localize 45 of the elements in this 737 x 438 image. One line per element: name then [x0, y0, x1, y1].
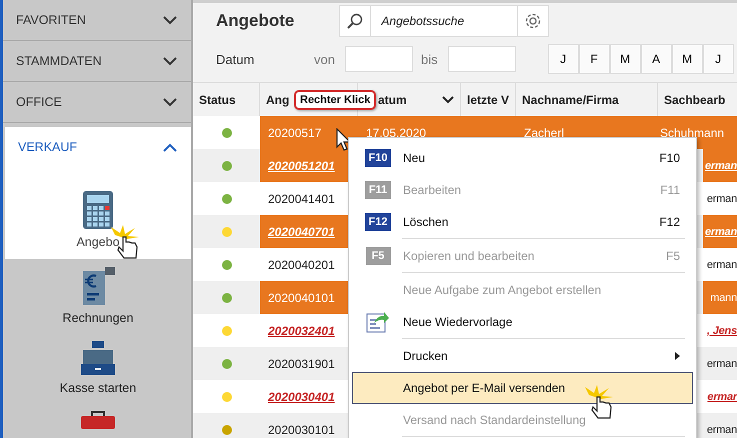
column-header[interactable]: Sachbearb: [658, 83, 737, 116]
calculator-icon: [83, 191, 113, 229]
table-cell: mann: [703, 281, 737, 314]
chevron-down-icon: [163, 56, 177, 66]
cash-register-icon: [81, 341, 115, 375]
key-badge: F5: [366, 247, 390, 265]
key-badge: F12: [364, 213, 392, 231]
table-cell-text: erman: [706, 258, 737, 272]
chevron-down-icon: [163, 16, 177, 24]
table-cell-text: erman: [706, 192, 737, 206]
search-icon: [347, 13, 364, 29]
list-arrow-icon: [366, 311, 390, 333]
menu-item[interactable]: Drucken: [352, 340, 693, 372]
table-cell-text: erman: [706, 356, 737, 372]
nav-item[interactable]: Kasse starten: [5, 333, 191, 403]
month-button[interactable]: M: [672, 44, 703, 74]
page-title: Angebote: [216, 11, 294, 31]
month-button[interactable]: A: [640, 44, 672, 74]
month-button[interactable]: F: [578, 44, 610, 74]
callout-tooltip: Rechter Klick: [294, 90, 376, 110]
filter-label: Datum: [216, 52, 256, 66]
key-badge: F11: [364, 181, 392, 199]
chevron-up-icon: [163, 142, 177, 152]
table-cell-text: , Jens: [706, 324, 737, 338]
month-button[interactable]: J: [548, 44, 579, 74]
chevron-down-icon: [442, 96, 454, 104]
euro-invoice-icon: [81, 267, 115, 305]
submenu-arrow-icon: [675, 352, 680, 360]
section-header[interactable]: STAMMDATEN: [3, 41, 191, 81]
month-button[interactable]: J: [702, 44, 734, 74]
briefcase-icon: [81, 411, 115, 429]
from-label: von: [314, 52, 335, 66]
key-badge: F10: [364, 149, 392, 167]
table-cell-text: erman: [706, 422, 737, 438]
from-date-field[interactable]: [344, 46, 413, 72]
to-label: bis: [420, 52, 438, 66]
section-header[interactable]: VERKAUF: [5, 127, 191, 167]
table-cell: erman: [703, 215, 737, 248]
to-date-field[interactable]: [448, 46, 516, 72]
chevron-down-icon: [163, 98, 177, 106]
table-cell: erman: [703, 149, 737, 182]
section-header[interactable]: FAVORITEN: [3, 0, 191, 40]
month-button[interactable]: M: [610, 44, 641, 74]
nav-item[interactable]: Rechnungen: [5, 259, 191, 333]
section-header[interactable]: OFFICE: [3, 82, 191, 122]
